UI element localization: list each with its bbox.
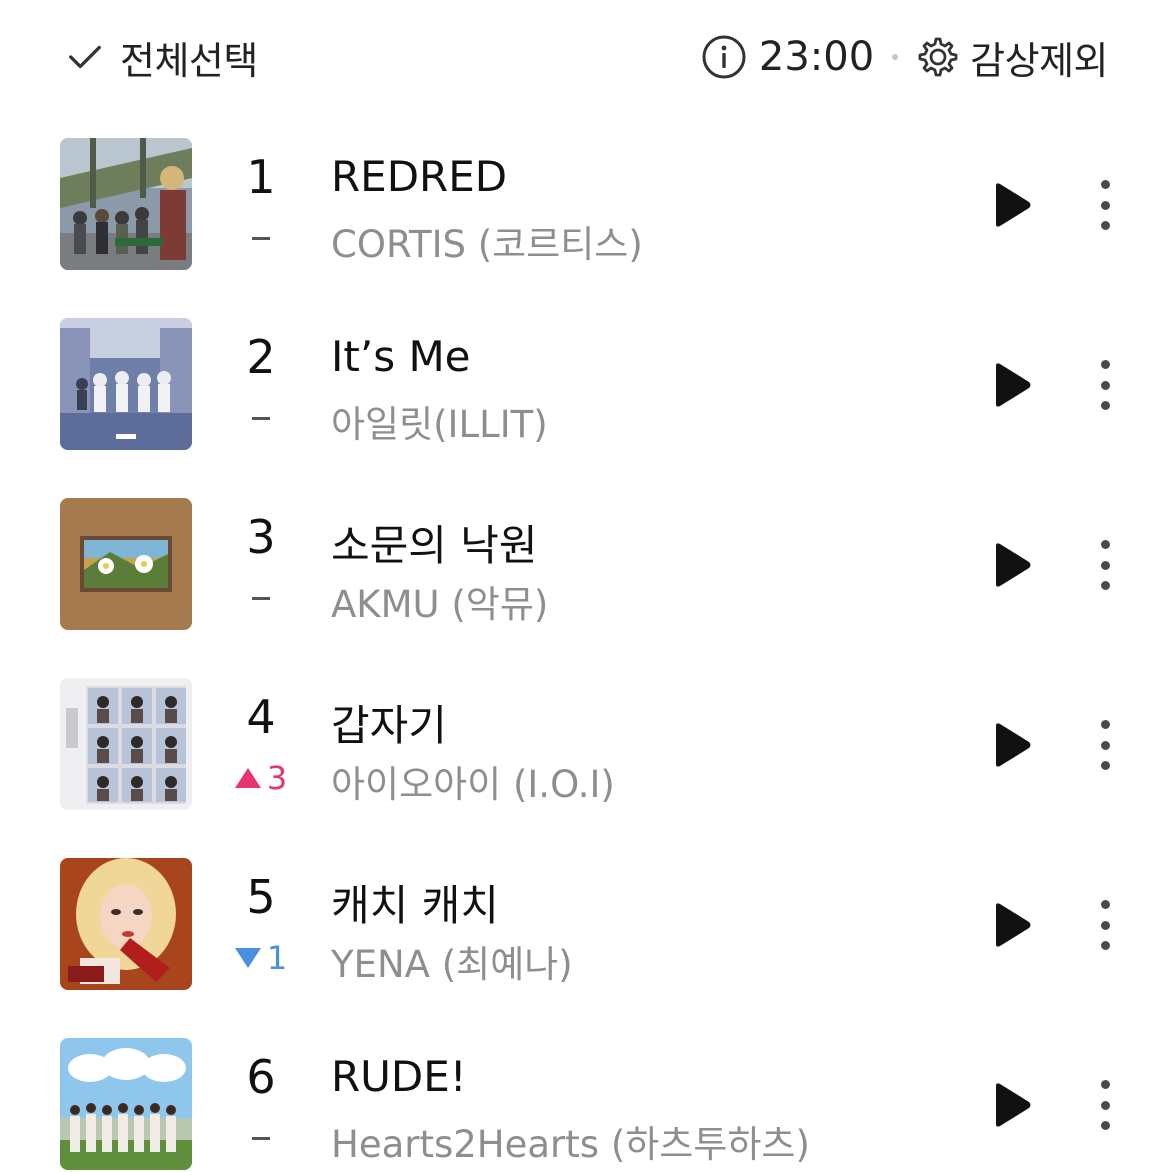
more-options-button[interactable]	[1090, 540, 1120, 590]
track-title[interactable]: 갑자기	[331, 692, 447, 753]
rank-change-value: 1	[266, 939, 288, 977]
album-cover-yena[interactable]	[60, 858, 192, 990]
more-dot	[1100, 360, 1110, 369]
dash-icon	[252, 416, 270, 420]
more-dot	[1100, 1100, 1110, 1110]
select-all-button[interactable]: 전체선택	[66, 30, 258, 84]
toolbar-right: 23:00 감상제외	[701, 30, 1108, 84]
album-art-image	[60, 138, 192, 270]
rank-change-same	[222, 398, 300, 438]
more-dot	[1100, 1080, 1110, 1089]
separator-dot	[892, 54, 899, 60]
track-title[interactable]: 캐치 캐치	[331, 872, 499, 933]
more-dot	[1100, 380, 1110, 390]
track-artist[interactable]: AKMU (악뮤)	[331, 574, 548, 628]
play-button[interactable]	[992, 722, 1032, 768]
info-button[interactable]: 23:00	[701, 34, 874, 80]
more-dot	[1100, 900, 1110, 909]
play-button[interactable]	[992, 182, 1032, 228]
list-item: 1 REDRED CORTIS (코르티스)	[0, 138, 1170, 272]
exclude-label: 감상제외	[970, 38, 1108, 83]
rank-change-down: 1	[222, 938, 300, 978]
more-options-button[interactable]	[1090, 900, 1120, 950]
album-art-image	[60, 1038, 192, 1170]
more-dot	[1100, 401, 1110, 410]
play-icon	[996, 363, 1031, 407]
more-dot	[1100, 761, 1110, 770]
play-icon	[996, 723, 1031, 767]
play-icon	[996, 543, 1031, 587]
rank-number: 1	[246, 150, 276, 204]
more-options-button[interactable]	[1090, 720, 1120, 770]
list-item: 5 1 캐치 캐치 YENA (최예나)	[0, 858, 1170, 992]
select-all-label: 전체선택	[120, 38, 258, 83]
more-dot	[1100, 560, 1110, 570]
more-dot	[1100, 740, 1110, 750]
track-title[interactable]: REDRED	[331, 152, 507, 201]
play-icon	[996, 903, 1031, 947]
rank-number: 4	[246, 690, 276, 744]
more-dot	[1100, 540, 1110, 549]
album-cover-illit[interactable]	[60, 318, 192, 450]
rank-number: 5	[246, 870, 276, 924]
more-dot	[1100, 720, 1110, 729]
album-cover-hearts2hearts[interactable]	[60, 1038, 192, 1170]
more-dot	[1100, 581, 1110, 590]
exclude-settings-button[interactable]: 감상제외	[916, 30, 1108, 85]
more-options-button[interactable]	[1090, 180, 1120, 230]
dash-icon	[252, 596, 270, 600]
album-art-image	[60, 678, 192, 810]
play-button[interactable]	[992, 1082, 1032, 1128]
more-options-button[interactable]	[1090, 1080, 1120, 1130]
rank-change-same	[222, 1118, 300, 1158]
rank-up-icon	[234, 768, 261, 788]
track-artist[interactable]: YENA (최예나)	[331, 934, 573, 988]
album-cover-cortis[interactable]	[60, 138, 192, 270]
rank-number: 3	[246, 510, 276, 564]
album-cover-ioi[interactable]	[60, 678, 192, 810]
track-artist[interactable]: 아일릿(ILLIT)	[331, 394, 548, 448]
rank-number: 2	[246, 330, 276, 384]
list-item: 4 3 갑자기 아이오아이 (I.O.I)	[0, 678, 1170, 812]
list-item: 6 RUDE! Hearts2Hearts (하츠투하츠)	[0, 1038, 1170, 1172]
more-dot	[1100, 1121, 1110, 1130]
play-icon	[996, 183, 1031, 227]
album-art-image	[60, 498, 192, 630]
more-options-button[interactable]	[1090, 360, 1120, 410]
album-art-image	[60, 858, 192, 990]
list-item: 2 It’s Me 아일릿(ILLIT)	[0, 318, 1170, 452]
more-dot	[1100, 920, 1110, 930]
play-button[interactable]	[992, 362, 1032, 408]
rank-change-up: 3	[222, 758, 300, 798]
dash-icon	[252, 236, 270, 240]
list-item: 3 소문의 낙원 AKMU (악뮤)	[0, 498, 1170, 632]
album-art-image	[60, 318, 192, 450]
track-artist[interactable]: Hearts2Hearts (하츠투하츠)	[331, 1114, 810, 1168]
track-artist[interactable]: CORTIS (코르티스)	[331, 214, 643, 268]
album-cover-akmu[interactable]	[60, 498, 192, 630]
more-dot	[1100, 180, 1110, 189]
play-button[interactable]	[992, 542, 1032, 588]
checkmark-icon	[69, 45, 101, 69]
chart-time: 23:00	[758, 34, 875, 80]
more-dot	[1100, 941, 1110, 950]
gear-icon	[918, 37, 958, 77]
info-icon	[702, 35, 746, 79]
track-title[interactable]: RUDE!	[331, 1052, 467, 1101]
rank-change-value: 3	[266, 759, 288, 797]
track-title[interactable]: It’s Me	[331, 332, 471, 381]
play-button[interactable]	[992, 902, 1032, 948]
dash-icon	[252, 1136, 270, 1140]
track-title[interactable]: 소문의 낙원	[331, 512, 538, 573]
rank-change-same	[222, 578, 300, 618]
rank-down-icon	[234, 948, 261, 968]
rank-change-same	[222, 218, 300, 258]
chart-toolbar: 전체선택 23:00 감상제외	[0, 0, 1170, 115]
track-artist[interactable]: 아이오아이 (I.O.I)	[331, 754, 615, 808]
more-dot	[1100, 221, 1110, 230]
rank-number: 6	[246, 1050, 276, 1104]
play-icon	[996, 1083, 1031, 1127]
more-dot	[1100, 200, 1110, 210]
